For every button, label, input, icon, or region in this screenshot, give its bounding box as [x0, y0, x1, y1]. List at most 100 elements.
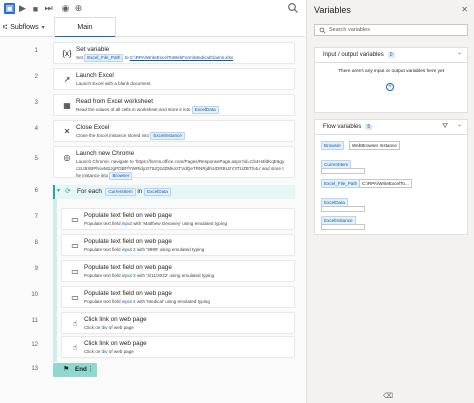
action-description: Launch Chrome, navigate to 'https://form… [76, 159, 285, 180]
variable-item[interactable]: Browser WebBrowser Instance [321, 141, 463, 154]
variables-pane: Variables ✕ Search variables Input / out… [306, 0, 474, 403]
action-set-variable[interactable]: {x} Set variable Set Excel_File_Path to … [53, 42, 295, 64]
variable-item[interactable]: CurrentItem [321, 160, 463, 174]
excel-read-icon: ▦ [63, 100, 71, 110]
variables-search-input[interactable]: Search variables [314, 24, 468, 36]
browser-globe-icon: ◎ [63, 152, 71, 162]
line-number: 8 [34, 240, 38, 246]
line-number: 6 [34, 188, 38, 194]
action-title: Populate text field on web page [84, 264, 172, 271]
io-variables-header[interactable]: Input / output variables 0 ⌃ [314, 47, 468, 63]
action-for-each[interactable]: ▾ ⟳ For each CurrentItem in ExcelData [53, 185, 295, 199]
search-icon [319, 27, 326, 33]
stop-icon[interactable]: ■ [30, 3, 41, 14]
pane-title: Variables [314, 5, 351, 15]
flow-variables-header[interactable]: Flow variables 5 ⛛ ⌃ [314, 119, 468, 135]
line-number: 12 [31, 342, 38, 348]
add-icon[interactable]: + [386, 83, 394, 91]
chevron-up-icon[interactable]: ⌃ [457, 52, 462, 59]
action-populate-text-field[interactable]: ▭ Populate text field on web page Popula… [61, 286, 295, 308]
filter-icon[interactable]: ⛛ [442, 123, 448, 131]
action-description: Set Excel_File_Path to C:\RPA\WriteExcel… [76, 54, 234, 62]
text-field-icon: ▭ [71, 266, 79, 276]
count-badge: 5 [365, 124, 373, 130]
variable-name: Excel_File_Path [321, 179, 361, 188]
cursor-click-icon: ☝ [72, 342, 78, 352]
subflows-bar: ⑆ Subflows ▾ Main [0, 17, 305, 38]
variable-value-box [321, 206, 365, 212]
variable-item[interactable]: Excel_File_Path C:\RPA\WriteExcelTo... [321, 179, 463, 192]
action-click-link[interactable]: ☝ Click link on web page Click on div of… [61, 312, 295, 334]
action-click-link[interactable]: ☝ Click link on web page Click on div of… [61, 336, 295, 358]
action-title: Click link on web page [84, 340, 147, 347]
flag-icon: ⚑ [63, 366, 70, 373]
line-number: 7 [34, 214, 38, 220]
action-title: Read from Excel worksheet [76, 98, 153, 105]
save-icon[interactable]: ▣ [4, 3, 15, 14]
variable-item[interactable]: ExcelInstance [321, 216, 463, 230]
action-description: Populate text field input 4 with 'Medica… [84, 299, 210, 304]
recorder-icon[interactable]: ◉ [60, 3, 71, 14]
variable-value-box [321, 224, 365, 230]
close-icon[interactable]: ✕ [461, 5, 468, 14]
chevron-up-icon[interactable]: ⌃ [457, 124, 462, 131]
section-title: Flow variables [323, 124, 362, 130]
action-populate-text-field[interactable]: ▭ Populate text field on web page Popula… [61, 208, 295, 230]
variable-item[interactable]: ExcelData [321, 198, 463, 212]
action-description: Click on div of web page [84, 325, 134, 330]
line-number: 5 [34, 156, 38, 162]
action-close-excel[interactable]: ✕ Close Excel Close the Excel instance s… [53, 120, 295, 142]
cursor-click-icon: ☝ [72, 318, 78, 328]
collapse-chevron-icon[interactable]: ▾ [57, 187, 60, 194]
run-icon[interactable]: ▶ [17, 3, 28, 14]
variable-pill: Excel_File_Path [84, 54, 124, 62]
subflows-dropdown[interactable]: ⑆ Subflows ▾ [3, 21, 45, 33]
action-title: Launch new Chrome [76, 150, 135, 157]
designer-toolbar: ▣ ▶ ■ ⏭ ◉ ⊕ [0, 0, 305, 17]
web-recorder-icon[interactable]: ⊕ [73, 3, 84, 14]
text-field-icon: ▭ [71, 214, 79, 224]
action-description: Populate text field input 2 with '9999' … [84, 247, 205, 252]
more-options-icon[interactable]: ⋮ [87, 365, 94, 373]
variable-pill: ExcelData [191, 106, 219, 114]
loop-body-indicator [53, 199, 57, 362]
text-field-icon: ▭ [71, 292, 79, 302]
action-description: Close the Excel instance stored into Exc… [76, 132, 185, 140]
action-description: Launch Excel with a blank document [76, 81, 151, 86]
action-populate-text-field[interactable]: ▭ Populate text field on web page Popula… [61, 234, 295, 256]
chevron-down-icon: ▾ [41, 24, 45, 31]
variable-value: C:\RPA\WriteExcelTo... [359, 179, 412, 188]
variable-value-box [321, 168, 365, 174]
clear-variables-icon[interactable]: ⌫ [383, 392, 393, 400]
action-populate-text-field[interactable]: ▭ Populate text field on web page Popula… [61, 260, 295, 282]
flow-canvas: 1 2 3 4 5 6 7 8 9 10 11 12 13 {x} Set va… [0, 37, 305, 403]
empty-message: There aren't any input or output variabl… [338, 69, 444, 74]
line-number: 11 [31, 318, 38, 324]
action-description: Populate text field input 3 with '3/11/2… [84, 273, 215, 278]
line-number: 3 [34, 100, 38, 106]
action-launch-excel[interactable]: ↗ Launch Excel Launch Excel with a blank… [53, 68, 295, 90]
line-number: 13 [31, 366, 38, 372]
action-description: Populate text field input with 'Matthew … [84, 221, 227, 226]
action-title: Set variable [76, 46, 110, 53]
line-number: 1 [34, 48, 38, 54]
line-number: 4 [34, 126, 38, 132]
step-icon[interactable]: ⏭ [43, 3, 54, 14]
tab-main[interactable]: Main [54, 17, 116, 38]
search-icon[interactable] [287, 2, 299, 14]
action-title: Populate text field on web page [84, 238, 172, 245]
action-read-excel[interactable]: ▦ Read from Excel worksheet Read the val… [53, 94, 295, 116]
excel-launch-icon: ↗ [63, 74, 71, 84]
search-placeholder: Search variables [329, 27, 370, 33]
section-title: Input / output variables [323, 52, 384, 58]
line-number: 9 [34, 266, 38, 272]
action-title: Launch Excel [76, 72, 114, 79]
variable-name: Browser [321, 141, 344, 150]
action-launch-chrome[interactable]: ◎ Launch new Chrome Launch Chrome, navig… [53, 146, 295, 180]
variable-icon: {x} [62, 48, 72, 58]
action-end[interactable]: ⚑ End ⋮ [53, 363, 97, 377]
excel-close-icon: ✕ [63, 126, 71, 136]
subflows-label: Subflows [10, 23, 39, 31]
line-number: 10 [31, 292, 38, 298]
flow-variables-body: Browser WebBrowser Instance CurrentItem … [314, 135, 468, 235]
